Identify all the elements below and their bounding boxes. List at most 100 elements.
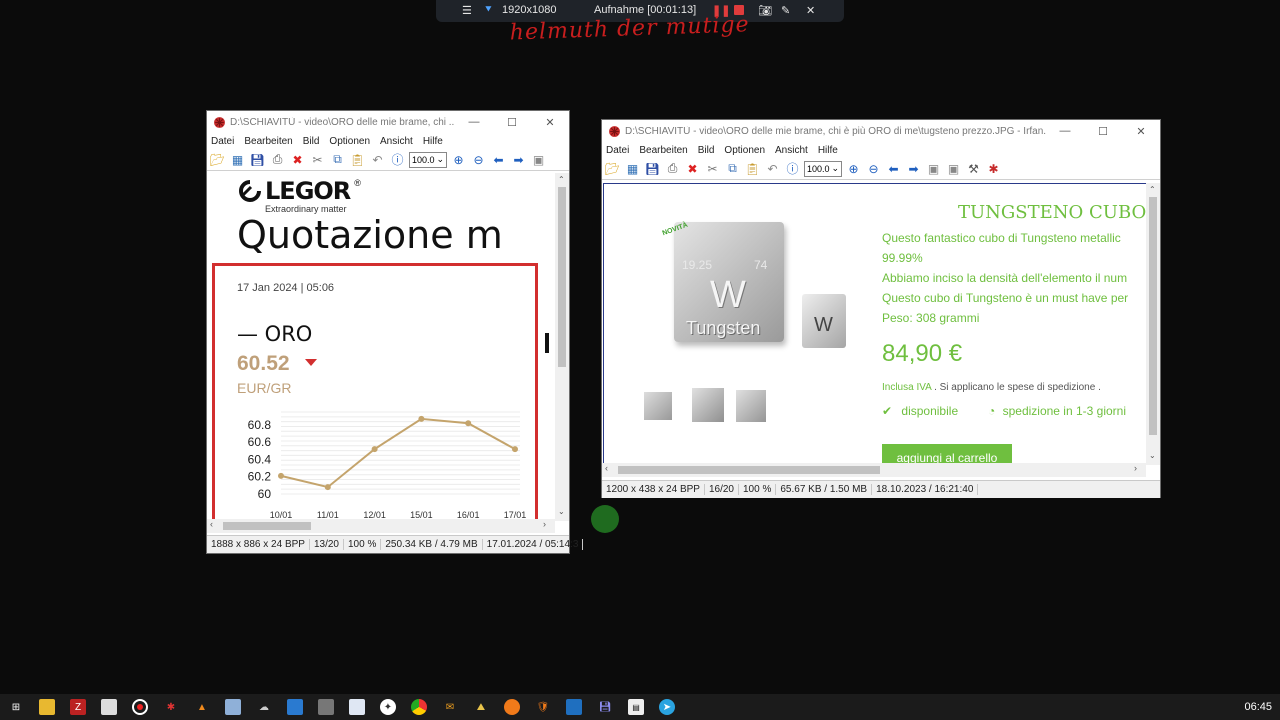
thumbnail-2[interactable] <box>692 388 724 422</box>
windows-start-icon[interactable]: ⊞ <box>8 699 24 715</box>
scroll-left-icon[interactable]: ‹ <box>210 519 213 529</box>
save-icon[interactable]: 💾︎ <box>249 151 266 168</box>
irfanview-taskbar-icon[interactable]: ✱ <box>163 699 179 715</box>
close-icon[interactable]: ✕ <box>531 116 569 129</box>
title-bar[interactable]: D:\SCHIAVITÙ - video\ORO delle mie brame… <box>602 120 1160 142</box>
vlc-icon[interactable]: ▲ <box>194 699 210 715</box>
browser-window-icon[interactable] <box>349 699 365 715</box>
menu-ansicht[interactable]: Ansicht <box>380 136 413 147</box>
copy-icon[interactable]: ⧉ <box>329 151 346 168</box>
maximize-icon[interactable]: ☐ <box>493 116 531 129</box>
scroll-down-icon[interactable]: ⌄ <box>558 507 565 516</box>
pencil-icon[interactable]: ✎ <box>781 4 790 17</box>
menu-hilfe[interactable]: Hilfe <box>423 136 443 147</box>
print-icon[interactable]: ⎙ <box>269 151 286 168</box>
vertical-scrollbar[interactable]: ⌃ ⌄ <box>1146 183 1160 465</box>
zoom-select[interactable]: 100.0 ⌄ <box>804 160 842 177</box>
previous-icon[interactable]: ⬅ <box>885 160 902 177</box>
app-icon-9[interactable]: ☁ <box>256 699 272 715</box>
pin-icon[interactable]: ⯆ <box>484 4 493 17</box>
zoom-select[interactable]: 100.0 ⌄ <box>409 151 447 168</box>
previous-icon[interactable]: ⬅ <box>490 151 507 168</box>
next-icon[interactable]: ➡ <box>905 160 922 177</box>
undo-icon[interactable]: ↶ <box>369 151 386 168</box>
floppy-icon[interactable]: 💾︎ <box>597 699 613 715</box>
image-viewport[interactable]: LEGOR ® Extraordinary matter Quotazione … <box>207 173 555 521</box>
next-icon[interactable]: ➡ <box>510 151 527 168</box>
tools-icon[interactable]: ⚒ <box>965 160 982 177</box>
page-icon[interactable]: ▣ <box>530 151 547 168</box>
horizontal-scrollbar[interactable]: ‹ › <box>207 519 555 533</box>
zoom-out-icon[interactable]: ⊖ <box>470 151 487 168</box>
app-icon-13[interactable]: ✦ <box>380 699 396 715</box>
maximize-icon[interactable]: ☐ <box>1084 125 1122 138</box>
file-explorer-icon[interactable] <box>39 699 55 715</box>
menu-datei[interactable]: Datei <box>606 145 629 156</box>
cut-icon[interactable]: ✂ <box>309 151 326 168</box>
menu-optionen[interactable]: Optionen <box>329 136 370 147</box>
minimize-icon[interactable]: — <box>455 116 493 128</box>
copy-icon[interactable]: ⧉ <box>724 160 741 177</box>
menu-optionen[interactable]: Optionen <box>724 145 765 156</box>
usb-icon[interactable] <box>318 699 334 715</box>
slideshow-icon[interactable]: ▦ <box>229 151 246 168</box>
cut-icon[interactable]: ✂ <box>704 160 721 177</box>
firefox-icon[interactable] <box>504 699 520 715</box>
horizontal-scrollbar[interactable]: ‹ › <box>602 463 1146 477</box>
scroll-thumb[interactable] <box>1149 197 1157 435</box>
menu-bearbeiten[interactable]: Bearbeiten <box>639 145 687 156</box>
scroll-up-icon[interactable]: ⌃ <box>1149 185 1156 194</box>
irfanview-window-left[interactable]: D:\SCHIAVITÙ - video\ORO delle mie brame… <box>206 110 584 554</box>
hscroll-thumb[interactable] <box>618 466 880 474</box>
app-icon-19[interactable] <box>566 699 582 715</box>
scroll-right-icon[interactable]: › <box>1134 463 1137 473</box>
minimize-icon[interactable]: — <box>1046 125 1084 137</box>
irfanview-about-icon[interactable]: ✱ <box>985 160 1002 177</box>
telegram-icon[interactable]: ➤ <box>659 699 675 715</box>
delete-icon[interactable]: ✖ <box>289 151 306 168</box>
title-bar[interactable]: D:\SCHIAVITÙ - video\ORO delle mie brame… <box>207 111 569 133</box>
menu-datei[interactable]: Datei <box>211 136 234 147</box>
notepad-icon[interactable] <box>101 699 117 715</box>
menu-bild[interactable]: Bild <box>303 136 320 147</box>
scroll-left-icon[interactable]: ‹ <box>605 463 608 473</box>
close-icon[interactable]: ✕ <box>1122 125 1160 138</box>
irfanview-window-right[interactable]: D:\SCHIAVITÙ - video\ORO delle mie brame… <box>601 119 1161 498</box>
menu-bearbeiten[interactable]: Bearbeiten <box>244 136 292 147</box>
thumbnail-3[interactable] <box>736 390 766 422</box>
menu-icon[interactable]: ☰ <box>462 4 472 17</box>
menu-ansicht[interactable]: Ansicht <box>775 145 808 156</box>
info-icon[interactable]: ⓘ <box>784 160 801 177</box>
paste-icon[interactable]: 📋︎ <box>349 151 366 168</box>
tax-link[interactable]: Inclusa IVA <box>882 382 931 393</box>
info-icon[interactable]: ⓘ <box>389 151 406 168</box>
scroll-up-icon[interactable]: ⌃ <box>558 175 565 184</box>
last-page-icon[interactable]: ▣ <box>945 160 962 177</box>
scroll-down-icon[interactable]: ⌄ <box>1149 451 1156 460</box>
app-icon-10[interactable] <box>287 699 303 715</box>
save-icon[interactable]: 💾︎ <box>644 160 661 177</box>
delete-icon[interactable]: ✖ <box>684 160 701 177</box>
chrome-icon[interactable] <box>411 699 427 715</box>
hscroll-thumb[interactable] <box>223 522 311 530</box>
image-viewport[interactable]: 19.25 74 W Tungsten NOVITÀ W TUNGSTENO C… <box>603 183 1147 465</box>
paste-icon[interactable]: 📋︎ <box>744 160 761 177</box>
thumbnail-1[interactable] <box>644 392 672 420</box>
mail-icon[interactable]: ✉ <box>442 699 458 715</box>
add-to-cart-button[interactable]: aggiungi al carrello <box>882 444 1012 464</box>
app-icon-16[interactable]: ⛰ <box>473 699 489 715</box>
print-icon[interactable]: ⎙ <box>664 160 681 177</box>
close-icon[interactable]: ✕ <box>806 4 815 17</box>
brave-icon[interactable]: 🛡︎ <box>535 699 551 715</box>
slideshow-icon[interactable]: ▦ <box>624 160 641 177</box>
filezilla-icon[interactable]: Z <box>70 699 86 715</box>
scroll-right-icon[interactable]: › <box>543 519 546 529</box>
zoom-in-icon[interactable]: ⊕ <box>450 151 467 168</box>
undo-icon[interactable]: ↶ <box>764 160 781 177</box>
app-icon-8[interactable] <box>225 699 241 715</box>
open-folder-icon[interactable]: 📂︎ <box>604 160 621 177</box>
first-page-icon[interactable]: ▣ <box>925 160 942 177</box>
menu-hilfe[interactable]: Hilfe <box>818 145 838 156</box>
zoom-in-icon[interactable]: ⊕ <box>845 160 862 177</box>
scroll-thumb[interactable] <box>558 187 566 367</box>
